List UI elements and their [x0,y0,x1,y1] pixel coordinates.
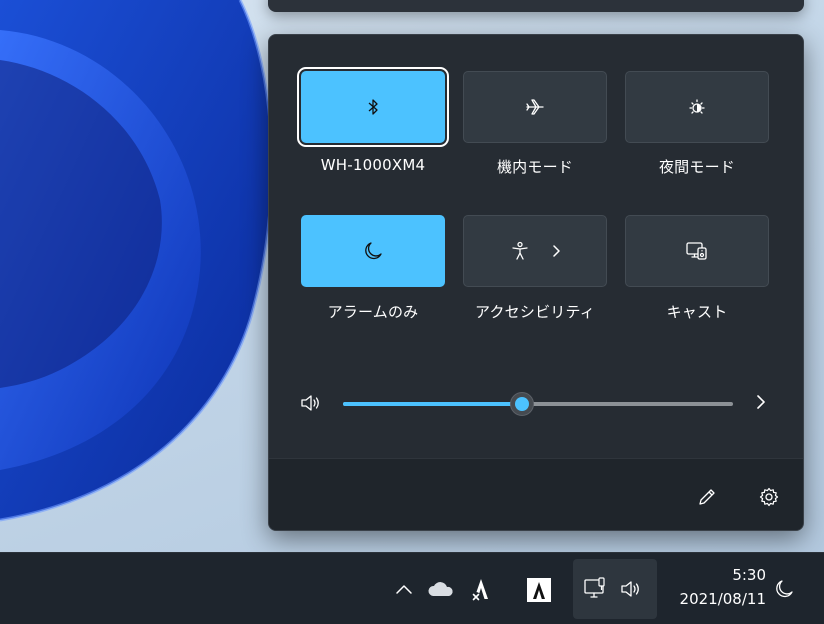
volume-output-select-button[interactable] [753,391,769,417]
tile-accessibility[interactable] [463,215,607,287]
accessibility-icon [512,241,528,260]
adobe-tray-button-2[interactable] [524,575,554,605]
settings-button[interactable] [753,481,785,513]
volume-mute-toggle[interactable] [299,392,323,418]
show-hidden-icons-button[interactable] [392,577,416,601]
moon-icon [776,580,793,598]
clock-date: 2021/08/11 [679,590,766,608]
network-icon [584,577,605,598]
quick-settings-panel: WH-1000XM4 機内モード 夜間モード アラームのみ アクセシビリティ キ… [268,34,804,531]
taskbar: 5:30 2021/08/11 [0,552,824,624]
tile-label-bluetooth: WH-1000XM4 [320,156,426,174]
gear-icon [759,487,779,507]
speaker-icon [621,581,639,597]
volume-slider-thumb[interactable] [510,392,535,416]
pencil-icon [699,489,715,505]
chevron-right-icon [757,395,765,409]
edit-quick-settings-button[interactable] [691,481,723,513]
moon-icon [365,242,382,260]
tile-label-focus-assist: アラームのみ [327,303,419,321]
adobe-icon [527,578,551,602]
onedrive-cloud-icon [428,582,453,596]
tile-bluetooth[interactable] [297,67,449,147]
tile-focus-assist[interactable] [301,215,445,287]
focus-assist-tray-button[interactable] [770,575,798,603]
tile-label-night-light: 夜間モード [658,158,735,176]
chevron-up-icon [396,585,412,594]
adobe-icon [471,579,488,602]
onedrive-tray-button[interactable] [426,575,456,603]
chevron-right-icon [553,245,560,257]
adobe-tray-button-1[interactable] [466,573,496,605]
tile-night-light[interactable] [625,71,769,143]
cast-icon [686,242,707,260]
brightness-icon [689,99,705,114]
tile-label-airplane-mode: 機内モード [496,158,573,176]
upper-flyout [268,0,804,12]
tile-label-accessibility: アクセシビリティ [475,303,595,321]
tile-label-cast: キャスト [666,303,728,321]
volume-slider[interactable] [343,392,733,416]
tile-cast[interactable] [625,215,769,287]
volume-slider-fill [343,402,523,406]
clock-time: 5:30 [732,566,766,584]
airplane-icon [526,99,544,115]
taskbar-clock[interactable]: 5:30 2021/08/11 [662,563,766,611]
network-volume-tray-group[interactable] [573,559,657,619]
tile-airplane-mode[interactable] [463,71,607,143]
bluetooth-icon [368,99,378,115]
speaker-icon [301,395,319,411]
